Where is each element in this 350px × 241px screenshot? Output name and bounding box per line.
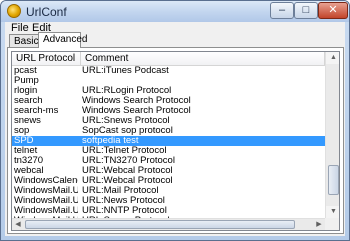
list-item[interactable]: WindowsMail.Url... URL:NNTP Protocol [12, 206, 325, 216]
advanced-tab-panel: URL Protocol Comment pcast URL:iTunes Pod… [7, 47, 344, 234]
url-protocol-cell: rlogin [14, 86, 38, 96]
vertical-scrollbar[interactable]: ▲ ▼ [325, 52, 339, 218]
scroll-up-icon[interactable]: ▲ [326, 52, 339, 64]
comment-cell: URL:Webcal Protocol [82, 166, 173, 176]
list-item[interactable]: pcast URL:iTunes Podcast [12, 66, 325, 76]
list-item[interactable]: tn3270 URL:TN3270 Protocol [12, 156, 325, 166]
list-item[interactable]: WindowsMail.Url... URL:News Protocol [12, 196, 325, 206]
comment-cell: URL:Telnet Protocol [82, 146, 167, 156]
list-item[interactable]: WindowsMail.Url... URL:Mail Protocol [12, 186, 325, 196]
maximize-button[interactable]: □ [294, 2, 318, 19]
list-item[interactable]: SPD softpedia test [12, 136, 325, 146]
comment-cell: softpedia test [82, 136, 139, 146]
comment-cell: URL:Mail Protocol [82, 186, 159, 196]
scroll-right-icon[interactable]: ▶ [313, 219, 325, 230]
comment-cell: URL:Snews Protocol [82, 116, 170, 126]
url-protocol-cell: tn3270 [14, 156, 44, 166]
window-title: UrlConf [26, 5, 67, 19]
client-area: File Edit Basic Advanced URL Protocol Co… [5, 22, 345, 236]
url-protocol-cell: snews [14, 116, 41, 126]
comment-cell: URL:NNTP Protocol [82, 206, 167, 216]
list-item[interactable]: sop SopCast sop protocol [12, 126, 325, 136]
url-protocol-cell: sop [14, 126, 30, 136]
url-protocol-cell: WindowsMail.Url... [14, 206, 78, 216]
url-protocol-cell: search-ms [14, 106, 59, 116]
scroll-down-icon[interactable]: ▼ [326, 206, 339, 218]
url-protocol-cell: webcal [14, 166, 44, 176]
list-item[interactable]: Pump [12, 76, 325, 86]
column-header-url-protocol[interactable]: URL Protocol [12, 52, 81, 65]
list-item[interactable]: webcal URL:Webcal Protocol [12, 166, 325, 176]
url-protocol-cell: WindowsMail.Url... [14, 196, 78, 206]
url-protocol-cell: pcast [14, 66, 37, 76]
list-item[interactable]: snews URL:Snews Protocol [12, 116, 325, 126]
minimize-button[interactable]: – [270, 2, 294, 19]
list-header: URL Protocol Comment [12, 52, 325, 66]
scroll-left-icon[interactable]: ◀ [12, 219, 24, 230]
horizontal-scrollbar[interactable]: ◀ ▶ [12, 218, 325, 230]
vertical-scroll-thumb[interactable] [328, 165, 339, 195]
list-item[interactable]: rlogin URL:RLogin Protocol [12, 86, 325, 96]
url-protocol-cell: Pump [14, 76, 39, 86]
app-icon [7, 4, 21, 18]
column-header-comment[interactable]: Comment [81, 52, 325, 65]
comment-cell: Windows Search Protocol [82, 106, 191, 116]
url-protocol-cell: telnet [14, 146, 38, 156]
comment-cell: SopCast sop protocol [82, 126, 173, 136]
comment-cell: URL:Webcal Protocol [82, 176, 173, 186]
close-button[interactable]: ✕ [318, 2, 348, 19]
list-rows: pcast URL:iTunes Podcast Pump rlogin URL:RLo… [12, 66, 325, 230]
tab-advanced[interactable]: Advanced [38, 32, 87, 48]
list-item[interactable]: telnet URL:Telnet Protocol [12, 146, 325, 156]
comment-cell: URL:TN3270 Protocol [82, 156, 175, 166]
comment-cell: URL:iTunes Podcast [82, 66, 169, 76]
comment-cell: Windows Search Protocol [82, 96, 191, 106]
url-protocol-cell: WindowsCalenda... [14, 176, 78, 186]
comment-cell: URL:News Protocol [82, 196, 165, 206]
url-protocol-cell: SPD [14, 136, 34, 146]
app-window: UrlConf – □ ✕ File Edit Basic Advanced U… [0, 0, 350, 241]
comment-cell: URL:RLogin Protocol [82, 86, 172, 96]
horizontal-scroll-thumb[interactable] [25, 220, 295, 229]
list-item[interactable]: WindowsCalenda... URL:Webcal Protocol [12, 176, 325, 186]
protocol-list[interactable]: URL Protocol Comment pcast URL:iTunes Pod… [11, 51, 340, 231]
url-protocol-cell: WindowsMail.Url... [14, 186, 78, 196]
scrollbar-corner [325, 218, 339, 230]
list-item[interactable]: search Windows Search Protocol [12, 96, 325, 106]
title-bar[interactable]: UrlConf – □ ✕ [1, 1, 349, 22]
url-protocol-cell: search [14, 96, 43, 106]
list-item[interactable]: search-ms Windows Search Protocol [12, 106, 325, 116]
tab-basic[interactable]: Basic [9, 34, 39, 47]
